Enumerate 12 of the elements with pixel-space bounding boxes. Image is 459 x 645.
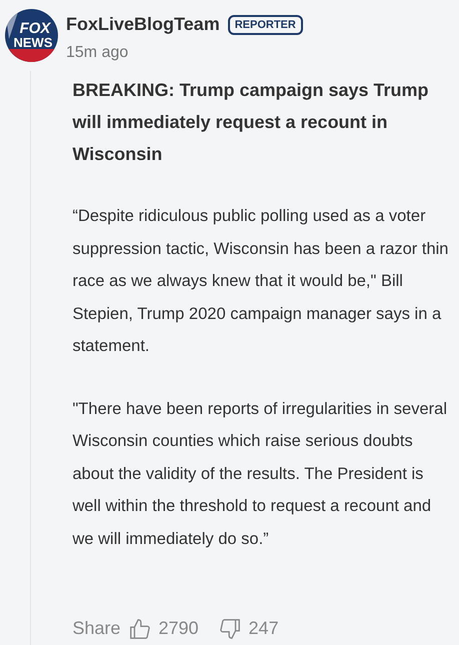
post-time: 15m ago: [66, 43, 130, 63]
dislike-count: 247: [248, 617, 279, 640]
like-count: 2790: [158, 617, 199, 640]
logo-icon: FOX NEWS: [5, 9, 58, 62]
headline: BREAKING: Trump campaign says Trump will immediately request a recount in Wisconsin: [72, 79, 430, 166]
paragraph: "There have been reports of irregularities in several Wisconsin counties which raise serious doubts about the validity of the results. The President is well within the threshold to request a recount and we will immediately do so.”: [72, 398, 448, 550]
paragraph: “Despite ridiculous public polling used as a voter suppression tactic, Wisconsin has been a razor thin race as we always knew that it would be," Bill Stepien, Trump 2020 campaign manager says in a statement.: [72, 206, 449, 357]
thumbs-up-icon[interactable]: [128, 618, 150, 640]
share-button[interactable]: Share: [72, 615, 120, 642]
author-name: FoxLiveBlogTeam: [66, 13, 220, 36]
reporter-badge: REPORTER: [228, 14, 303, 34]
thumbs-down-icon[interactable]: [218, 618, 241, 640]
